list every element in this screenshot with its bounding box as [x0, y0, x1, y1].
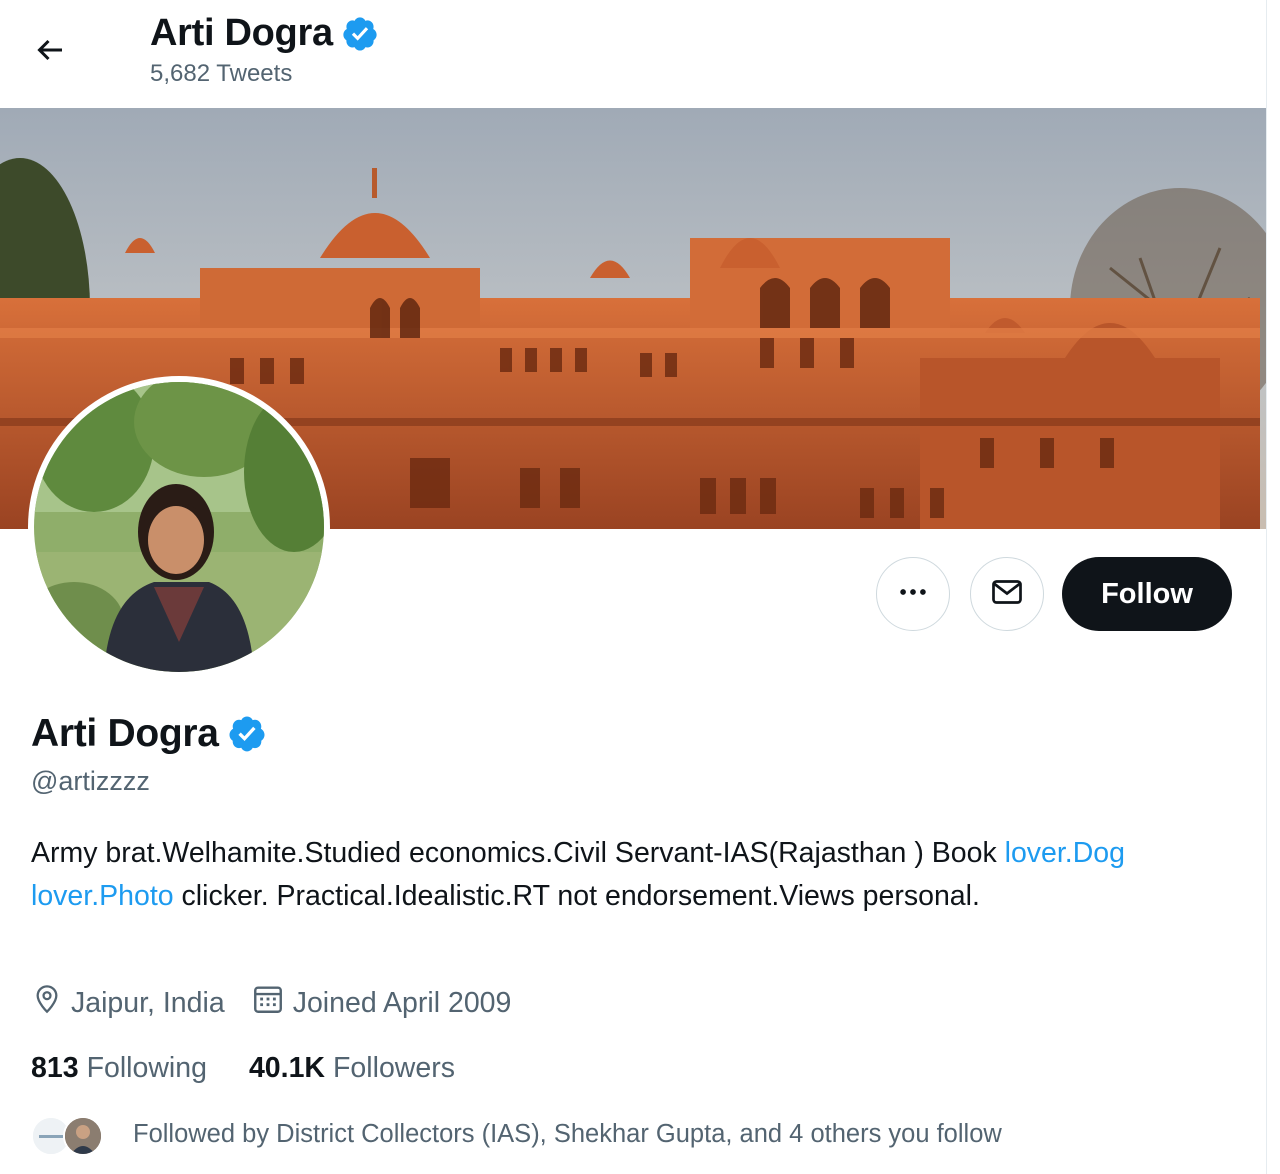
envelope-icon	[989, 574, 1025, 615]
header-title: Arti Dogra	[150, 12, 333, 54]
followers-label: Followers	[333, 1052, 455, 1084]
follow-button[interactable]: Follow	[1062, 557, 1232, 631]
profile-avatar[interactable]	[28, 376, 330, 678]
profile-joined-date: Joined April 2009	[292, 986, 512, 1019]
followed-by-text: Followed by District Collectors (IAS), S…	[133, 1119, 1002, 1148]
followers-link[interactable]: 40.1K Followers	[249, 1052, 455, 1085]
more-icon	[896, 575, 930, 614]
back-button[interactable]	[22, 24, 78, 80]
followers-count: 40.1K	[248, 1052, 326, 1084]
followed-by-row[interactable]: Followed by District Collectors (IAS), S…	[31, 1114, 1002, 1156]
location-pin-icon	[31, 983, 71, 1023]
profile-bio: Army brat.Welhamite.Studied economics.Ci…	[31, 832, 1151, 918]
profile-name: Arti Dogra	[31, 712, 219, 755]
profile-location: Jaipur, India	[71, 986, 225, 1019]
calendar-icon	[251, 982, 293, 1024]
following-count: 813	[31, 1052, 79, 1084]
following-link[interactable]: 813 Following	[31, 1052, 207, 1085]
verified-badge-icon	[227, 714, 267, 754]
bio-link-photo[interactable]: lover.Photo	[31, 880, 174, 912]
bio-text-continued: clicker. Practical.Idealistic.RT not end…	[173, 880, 980, 912]
following-label: Following	[86, 1052, 207, 1084]
bio-text: Army brat.Welhamite.Studied economics.Ci…	[31, 837, 1005, 869]
message-button[interactable]	[970, 557, 1044, 631]
more-options-button[interactable]	[876, 557, 950, 631]
arrow-left-icon	[32, 32, 68, 73]
verified-badge-icon	[341, 15, 379, 53]
bio-link-dog[interactable]: lover.Dog	[1005, 837, 1125, 869]
tweet-count: 5,682 Tweets	[150, 60, 293, 87]
mini-avatar	[63, 1116, 103, 1156]
profile-handle: @artizzzz	[31, 766, 150, 796]
follow-stats: 813 Following 40.1K Followers	[31, 1052, 497, 1085]
profile-header-bar: Arti Dogra 5,682 Tweets	[0, 0, 1266, 108]
page-right-border	[1266, 0, 1267, 1174]
followed-by-avatars	[31, 1114, 111, 1156]
profile-meta: Jaipur, India Joined April 2009	[31, 982, 537, 1024]
